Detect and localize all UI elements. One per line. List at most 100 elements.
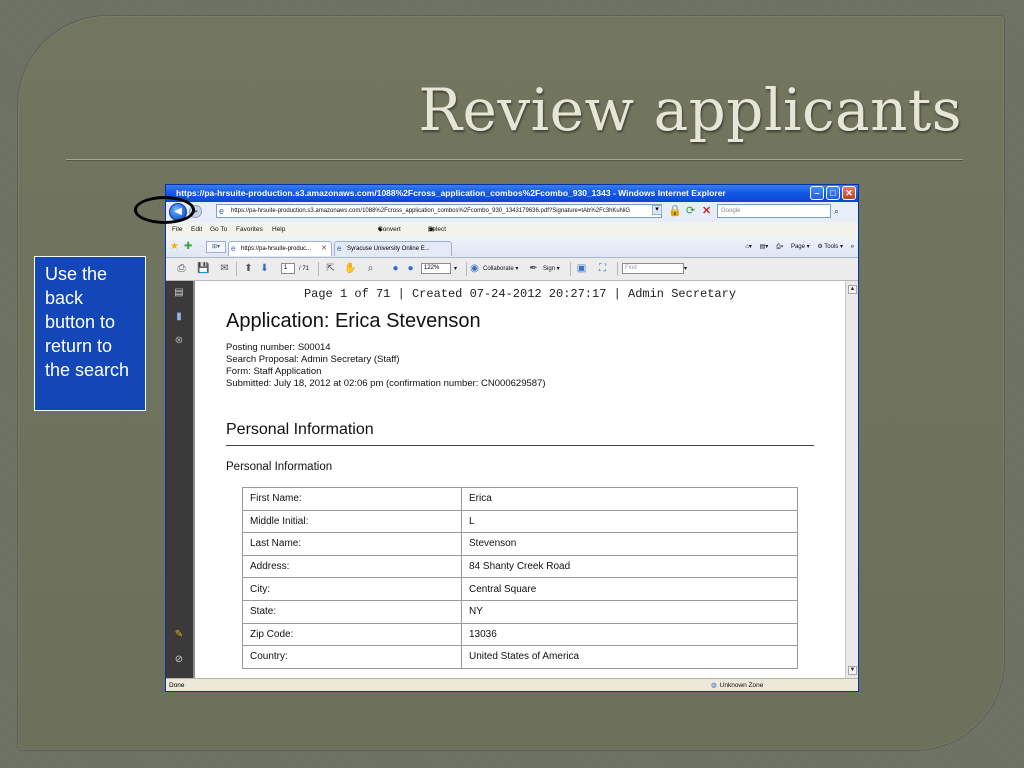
document-viewport[interactable]: Page 1 of 71 | Created 07-24-2012 20:27:…: [193, 281, 845, 678]
window-title: https://pa-hrsuite-production.s3.amazona…: [176, 188, 726, 198]
refresh-icon[interactable]: ⟳: [686, 204, 695, 218]
toolbar-separator: [236, 262, 237, 276]
pdf-page: Page 1 of 71 | Created 07-24-2012 20:27:…: [195, 281, 845, 678]
close-window-button[interactable]: ✕: [842, 186, 856, 200]
collaborate-button[interactable]: Collaborate ▾: [483, 258, 518, 280]
field-label: Middle Initial:: [242, 509, 462, 534]
bookmarks-icon[interactable]: ▮: [173, 311, 185, 323]
address-dropdown-button[interactable]: ▾: [652, 205, 662, 215]
status-bar: Done ◍ Unknown Zone: [166, 678, 858, 691]
field-label: State:: [242, 599, 462, 624]
page-icon: e: [219, 206, 225, 216]
table-row: Middle Initial: L: [242, 509, 798, 534]
toolbar-separator: [570, 262, 571, 276]
feeds-icon[interactable]: ▤▾: [760, 244, 769, 250]
search-icon[interactable]: ⌕: [834, 204, 846, 218]
posting-number: Posting number: S00014: [226, 342, 331, 353]
search-binoculars-icon[interactable]: ⊗: [173, 335, 185, 347]
zoom-out-icon[interactable]: ●: [389, 262, 402, 275]
subsection-title: Personal Information: [226, 461, 333, 473]
page-down-icon[interactable]: ⬇: [258, 262, 271, 275]
table-row: Country: United States of America: [242, 645, 798, 669]
pdf-toolbar: ⎙ 💾 ✉ ⬆ ⬇ 1 / 71 ⇱ ✋ ⌕ ● ● 122% ▾ ◉ Coll…: [166, 258, 858, 281]
page-number-input[interactable]: 1: [281, 263, 295, 274]
field-value: L: [461, 509, 798, 534]
zoom-level-input[interactable]: 122%: [421, 263, 451, 274]
scroll-down-arrow-icon[interactable]: ▼: [848, 666, 857, 675]
page-total: / 71: [299, 266, 310, 272]
zoom-dropdown-icon[interactable]: ▾: [454, 258, 457, 280]
add-favorite-icon[interactable]: ✚: [184, 241, 192, 253]
find-dropdown-icon[interactable]: ▾: [684, 258, 687, 280]
stop-icon[interactable]: ✕: [702, 204, 711, 218]
select-tool-icon[interactable]: ⇱: [324, 262, 337, 275]
page-up-icon[interactable]: ⬆: [242, 262, 255, 275]
table-row: Zip Code: 13036: [242, 622, 798, 647]
full-screen-icon[interactable]: ⛶: [596, 262, 609, 275]
minimize-button[interactable]: –: [810, 186, 824, 200]
menu-help[interactable]: Help: [272, 222, 285, 238]
collaborate-label: Collaborate: [483, 266, 514, 272]
vertical-scrollbar[interactable]: ▲ ▼: [845, 281, 858, 678]
callout-box: Use the back button to return to the sea…: [34, 256, 146, 411]
search-input[interactable]: Google: [717, 204, 831, 218]
globe-icon: ◍: [711, 682, 717, 689]
menu-favorites[interactable]: Favorites: [236, 222, 263, 238]
table-row: City: Central Square: [242, 577, 798, 601]
field-label: Country:: [242, 645, 462, 669]
save-icon[interactable]: 💾: [197, 262, 210, 275]
tab-close-icon[interactable]: ✕: [321, 242, 327, 256]
fit-page-icon[interactable]: ▣: [575, 262, 588, 275]
tools-menu[interactable]: ⚙ Tools ▾: [817, 244, 843, 250]
toolbar-separator: [318, 262, 319, 276]
menu-edit[interactable]: Edit: [191, 222, 202, 238]
find-input[interactable]: Find: [622, 263, 684, 274]
field-value: 84 Shanty Creek Road: [461, 554, 798, 579]
email-icon[interactable]: ✉: [218, 262, 231, 275]
lock-icon[interactable]: 🔒: [668, 204, 682, 218]
tab-syracuse[interactable]: e Syracuse University Online E...: [334, 241, 452, 256]
menu-bar: File Edit Go To Favorites Help ◈ Convert…: [166, 222, 858, 239]
menu-goto[interactable]: Go To: [210, 222, 227, 238]
select-label: Select: [428, 226, 447, 233]
field-label: First Name:: [242, 487, 462, 511]
personal-info-table: First Name: Erica Middle Initial: L Last N…: [242, 487, 798, 669]
ie-page-icon: e: [337, 244, 342, 253]
menu-file[interactable]: File: [172, 222, 182, 238]
address-input[interactable]: e https://pa-hrsuite-production.s3.amazo…: [216, 204, 662, 218]
pages-panel-icon[interactable]: ▤: [173, 287, 185, 299]
print-icon[interactable]: ⎙▾: [776, 244, 783, 250]
comments-icon[interactable]: ✎: [173, 629, 185, 641]
hand-tool-icon[interactable]: ✋: [344, 262, 357, 275]
home-icon[interactable]: ⌂▾: [745, 244, 752, 250]
page-menu[interactable]: Page ▾: [791, 244, 810, 250]
tab-list-button[interactable]: ⊞▾: [206, 241, 226, 253]
field-value: Central Square: [461, 577, 798, 601]
scroll-up-arrow-icon[interactable]: ▲: [848, 285, 857, 294]
favorites-star-icon[interactable]: ★: [170, 241, 179, 253]
form-name: Form: Staff Application: [226, 366, 322, 377]
tab-pdf[interactable]: e https://pa-hrsuite-produc... ✕: [228, 241, 332, 256]
field-value: Stevenson: [461, 532, 798, 556]
window-titlebar: https://pa-hrsuite-production.s3.amazona…: [166, 185, 858, 202]
print-icon[interactable]: ⎙: [175, 262, 188, 275]
zoom-tool-icon[interactable]: ⌕: [364, 262, 377, 275]
tab-bar: ★ ✚ ⊞▾ e https://pa-hrsuite-produc... ✕ …: [166, 238, 858, 258]
convert-button[interactable]: ◈ Convert ▾: [378, 222, 401, 238]
maximize-button[interactable]: □: [826, 186, 840, 200]
chevron-more-icon[interactable]: »: [851, 244, 854, 250]
tools-menu-label: Tools: [824, 244, 839, 250]
page-header: Page 1 of 71 | Created 07-24-2012 20:27:…: [303, 287, 737, 301]
attachments-paperclip-icon[interactable]: ⊘: [173, 654, 185, 666]
slide-title: Review applicants: [418, 76, 962, 144]
sign-button[interactable]: Sign ▾: [543, 258, 560, 280]
field-value: United States of America: [461, 645, 798, 669]
toolbar-separator: [617, 262, 618, 276]
section-divider: [226, 445, 814, 446]
zoom-in-icon[interactable]: ●: [404, 262, 417, 275]
tab-label: https://pa-hrsuite-produc...: [241, 246, 312, 252]
status-text: Done: [169, 682, 185, 689]
back-button-highlight: [134, 196, 195, 224]
sign-label: Sign: [543, 266, 556, 272]
address-bar-row: ◀ ▶ e https://pa-hrsuite-production.s3.a…: [166, 202, 858, 223]
